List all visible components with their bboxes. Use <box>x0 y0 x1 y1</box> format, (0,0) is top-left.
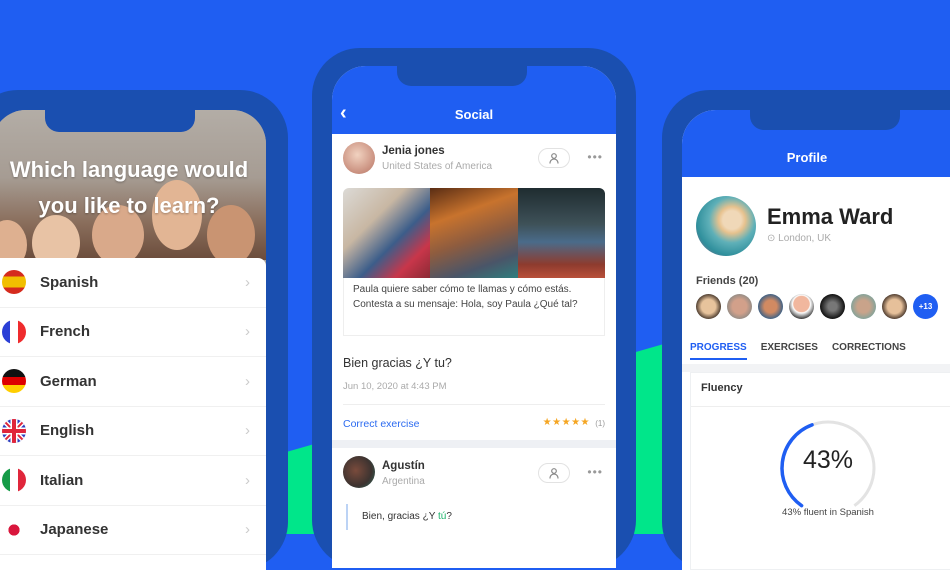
language-screen: Which language would you like to learn? … <box>0 110 266 570</box>
chevron-right-icon: › <box>245 323 250 341</box>
language-item-english[interactable]: English › <box>0 407 266 456</box>
correction-text-before: Bien, gracias ¿Y <box>362 511 438 522</box>
correction-card: Agustín Argentina ••• Bien, gracias ¿Y t… <box>332 448 616 568</box>
user-avatar[interactable] <box>343 142 375 174</box>
post-card: Jenia jones United States of America •••… <box>332 134 616 440</box>
hero-title: Which language would you like to learn? <box>9 157 249 218</box>
italy-flag-icon <box>2 468 26 493</box>
language-label: German <box>40 372 97 390</box>
friends-avatars: +13 <box>696 294 938 319</box>
language-item-italian[interactable]: Italian › <box>0 456 266 506</box>
post-reply: Bien gracias ¿Y tu? <box>343 356 452 370</box>
star-rating[interactable]: ★★★★★ <box>543 417 590 428</box>
japan-flag-icon <box>2 517 26 542</box>
friend-avatar[interactable] <box>758 294 783 319</box>
friend-avatar[interactable] <box>851 294 876 319</box>
exercise-photo <box>430 188 518 278</box>
divider <box>343 404 605 405</box>
divider <box>691 406 950 407</box>
france-flag-icon <box>2 319 26 344</box>
tab-corrections[interactable]: CORRECTIONS <box>832 342 906 360</box>
screen-title: Profile <box>786 150 828 165</box>
profile-name: Emma Ward <box>767 204 894 229</box>
language-item-japanese[interactable]: Japanese › <box>0 506 266 555</box>
post-date: Jun 10, 2020 at 4:43 PM <box>343 381 447 392</box>
language-label: Italian <box>40 471 84 489</box>
language-label: Spanish <box>40 273 99 291</box>
friend-avatar[interactable] <box>727 294 752 319</box>
exercise-prompt: Paula quiere saber cómo te llamas y cómo… <box>343 278 605 336</box>
correction-country: Argentina <box>382 476 425 487</box>
more-options-icon[interactable]: ••• <box>587 150 603 164</box>
tab-exercises[interactable]: EXERCISES <box>761 342 818 360</box>
location-pin-icon: ⊙ <box>767 233 779 244</box>
add-user-icon <box>549 467 559 479</box>
profile-location: ⊙ London, UK <box>767 233 831 244</box>
add-user-icon <box>549 152 559 164</box>
friend-avatar[interactable] <box>820 294 845 319</box>
correct-exercise-link[interactable]: Correct exercise <box>343 418 419 430</box>
fluency-percent: 43% <box>802 446 854 474</box>
chevron-right-icon: › <box>245 372 250 390</box>
language-label: French <box>40 323 91 341</box>
germany-flag-icon <box>2 369 26 394</box>
user-avatar[interactable] <box>343 456 375 488</box>
phone-profile: Profile ⚙ Emma Ward ⊙ London, UK Friends… <box>662 90 950 570</box>
rating-count: (1) <box>595 419 605 428</box>
correction-author[interactable]: Agustín <box>382 460 425 472</box>
friend-avatar[interactable] <box>696 294 721 319</box>
post-country: United States of America <box>382 161 493 172</box>
fluency-card: Fluency Spanish 43% 43% fluent in Spanis… <box>690 372 950 570</box>
profile-screen: Profile ⚙ Emma Ward ⊙ London, UK Friends… <box>682 110 950 570</box>
chevron-right-icon: › <box>245 521 250 539</box>
phone-social: ‹ Social Jenia jones United States of Am… <box>312 48 636 568</box>
add-friend-button[interactable] <box>538 463 570 483</box>
friend-avatar[interactable] <box>882 294 907 319</box>
exercise-photo <box>343 188 431 278</box>
language-item-french[interactable]: French › <box>0 308 266 357</box>
chevron-right-icon: › <box>245 422 250 440</box>
friends-label: Friends (20) <box>696 275 759 287</box>
correction-text: Bien, gracias ¿Y tú? <box>346 504 452 530</box>
phone-notch <box>45 108 195 132</box>
exercise-photo <box>517 188 605 278</box>
language-item-german[interactable]: German › <box>0 357 266 407</box>
more-options-icon[interactable]: ••• <box>587 465 603 479</box>
language-list: Spanish › French › German › English › It… <box>0 258 266 570</box>
spain-flag-icon <box>2 270 26 295</box>
phone-notch <box>397 64 527 86</box>
post-author[interactable]: Jenia jones <box>382 145 445 157</box>
more-friends-badge[interactable]: +13 <box>913 294 938 319</box>
phone-language-picker: Which language would you like to learn? … <box>0 90 288 570</box>
phone-notch <box>750 108 900 130</box>
uk-flag-icon <box>2 418 26 443</box>
exercise-photo-grid <box>343 188 605 278</box>
profile-tabs: PROGRESS EXERCISES CORRECTIONS <box>690 342 906 360</box>
correction-text-after: ? <box>446 511 452 522</box>
language-item-spanish[interactable]: Spanish › <box>0 258 266 308</box>
fluency-title: Fluency <box>701 382 743 394</box>
chevron-right-icon: › <box>245 471 250 489</box>
friend-avatar[interactable] <box>789 294 814 319</box>
tab-divider <box>682 364 950 372</box>
profile-avatar[interactable] <box>696 196 756 256</box>
fluency-caption: 43% fluent in Spanish <box>782 507 874 518</box>
language-label: Japanese <box>40 521 109 539</box>
add-friend-button[interactable] <box>538 148 570 168</box>
screen-title: Social <box>454 107 494 122</box>
chevron-right-icon: › <box>245 273 250 291</box>
social-screen: ‹ Social Jenia jones United States of Am… <box>332 66 616 568</box>
post-header: Jenia jones United States of America ••• <box>332 134 616 178</box>
language-label: English <box>40 422 95 440</box>
profile-location-text: London, UK <box>778 233 831 244</box>
tab-progress[interactable]: PROGRESS <box>690 342 747 360</box>
